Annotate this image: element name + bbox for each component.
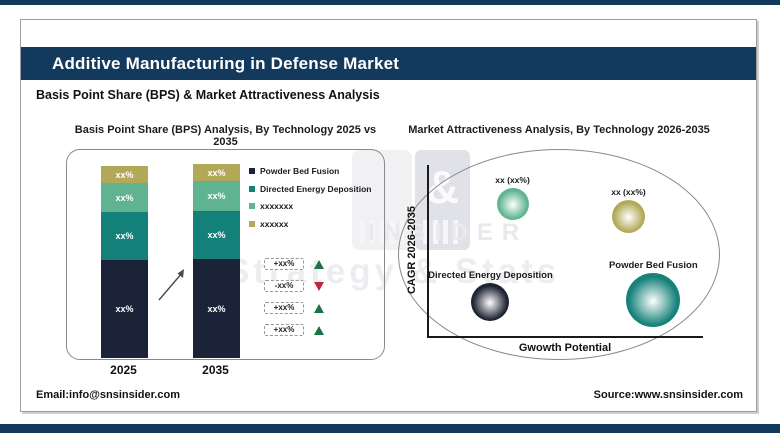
legend-item: Powder Bed Fusion bbox=[249, 166, 371, 176]
category-label: 2035 bbox=[202, 363, 229, 377]
category-label: 2025 bbox=[110, 363, 137, 377]
legend-swatch bbox=[249, 168, 255, 174]
bubble-point bbox=[471, 282, 510, 321]
attractiveness-chart-panel: CAGR 2026-2035 Gwowth Potential xx (xx%)… bbox=[398, 149, 720, 360]
bar-segment: xx% bbox=[193, 259, 240, 358]
change-indicator: +xx% bbox=[264, 302, 324, 314]
bar-segment: xx% bbox=[101, 166, 148, 184]
bar-segment: xx% bbox=[101, 260, 148, 358]
change-value-box: +xx% bbox=[264, 302, 304, 314]
bps-chart-panel: Powder Bed Fusion Directed Energy Deposit… bbox=[66, 149, 385, 360]
triangle-up-icon bbox=[314, 325, 324, 335]
legend-swatch bbox=[249, 203, 255, 209]
stacked-bar-2035: xx% xx% xx% xx% bbox=[193, 164, 240, 358]
change-value-box: +xx% bbox=[264, 324, 304, 336]
bps-chart-title: Basis Point Share (BPS) Analysis, By Tec… bbox=[74, 124, 377, 148]
legend-item-label: xxxxxx bbox=[260, 218, 289, 229]
legend-swatch bbox=[249, 220, 255, 227]
bar-segment: xx% bbox=[193, 164, 240, 182]
bar-segment: xx% bbox=[101, 183, 148, 213]
change-indicator: +xx% bbox=[264, 258, 324, 270]
bar-segment-label: xx% bbox=[115, 169, 134, 180]
change-indicator: +xx% bbox=[264, 324, 324, 336]
attractiveness-chart-title: Market Attractiveness Analysis, By Techn… bbox=[408, 124, 710, 136]
change-value-box: +xx% bbox=[264, 258, 304, 270]
bubble-point bbox=[611, 199, 645, 233]
title-bar: Additive Manufacturing in Defense Market bbox=[21, 47, 756, 80]
page-title: Additive Manufacturing in Defense Market bbox=[52, 54, 400, 73]
triangle-up-icon bbox=[314, 259, 324, 269]
legend-item: xxxxxxx bbox=[249, 201, 371, 211]
bubble-point-label: xx (xx%) bbox=[611, 186, 646, 197]
triangle-up-icon bbox=[314, 303, 324, 313]
source-link: Source:www.snsinsider.com bbox=[593, 389, 743, 401]
bar-segment-label: xx% bbox=[207, 229, 226, 240]
bar-segment-label: xx% bbox=[115, 304, 134, 315]
contact-email: Email:info@snsinsider.com bbox=[36, 389, 180, 401]
bubble-point bbox=[496, 188, 529, 221]
page-subtitle: Basis Point Share (BPS) & Market Attract… bbox=[36, 88, 380, 102]
bps-legend: Powder Bed Fusion Directed Energy Deposit… bbox=[249, 166, 371, 229]
bottom-accent-bar bbox=[0, 424, 780, 433]
legend-item: xxxxxx bbox=[249, 219, 371, 229]
legend-swatch bbox=[249, 185, 255, 192]
bar-segment-label: xx% bbox=[115, 231, 134, 242]
bar-segment-label: xx% bbox=[207, 191, 226, 201]
top-accent-bar bbox=[0, 0, 780, 5]
bar-segment: xx% bbox=[193, 181, 240, 211]
x-axis-line bbox=[427, 336, 703, 338]
x-axis-label: Gwowth Potential bbox=[518, 342, 612, 354]
bar-segment: xx% bbox=[101, 212, 148, 261]
legend-item-label: xxxxxxx bbox=[260, 201, 294, 211]
bar-segment-label: xx% bbox=[115, 192, 134, 203]
triangle-down-icon bbox=[314, 281, 324, 291]
y-axis-label: CAGR 2026-2035 bbox=[406, 205, 418, 295]
bar-segment-label: xx% bbox=[207, 167, 226, 178]
bubble-point-label: Powder Bed Fusion bbox=[608, 260, 698, 272]
bar-segment: xx% bbox=[193, 210, 240, 260]
stacked-bar-2025: xx% xx% xx% xx% bbox=[101, 166, 148, 358]
change-indicator: -xx% bbox=[264, 280, 324, 292]
bar-segment-label: xx% bbox=[207, 303, 226, 314]
bubble-point-label: xx (xx%) bbox=[495, 175, 530, 186]
report-card: Additive Manufacturing in Defense Market… bbox=[20, 19, 757, 412]
bubble-point-label: Directed Energy Deposition bbox=[428, 269, 553, 281]
bubble-point bbox=[626, 273, 681, 328]
legend-item: Directed Energy Deposition bbox=[249, 184, 371, 194]
legend-item-label: Directed Energy Deposition bbox=[260, 183, 372, 194]
growth-arrow-icon bbox=[158, 269, 184, 301]
y-axis-line bbox=[427, 165, 429, 337]
change-value-box: -xx% bbox=[264, 280, 304, 292]
legend-item-label: Powder Bed Fusion bbox=[260, 166, 340, 176]
